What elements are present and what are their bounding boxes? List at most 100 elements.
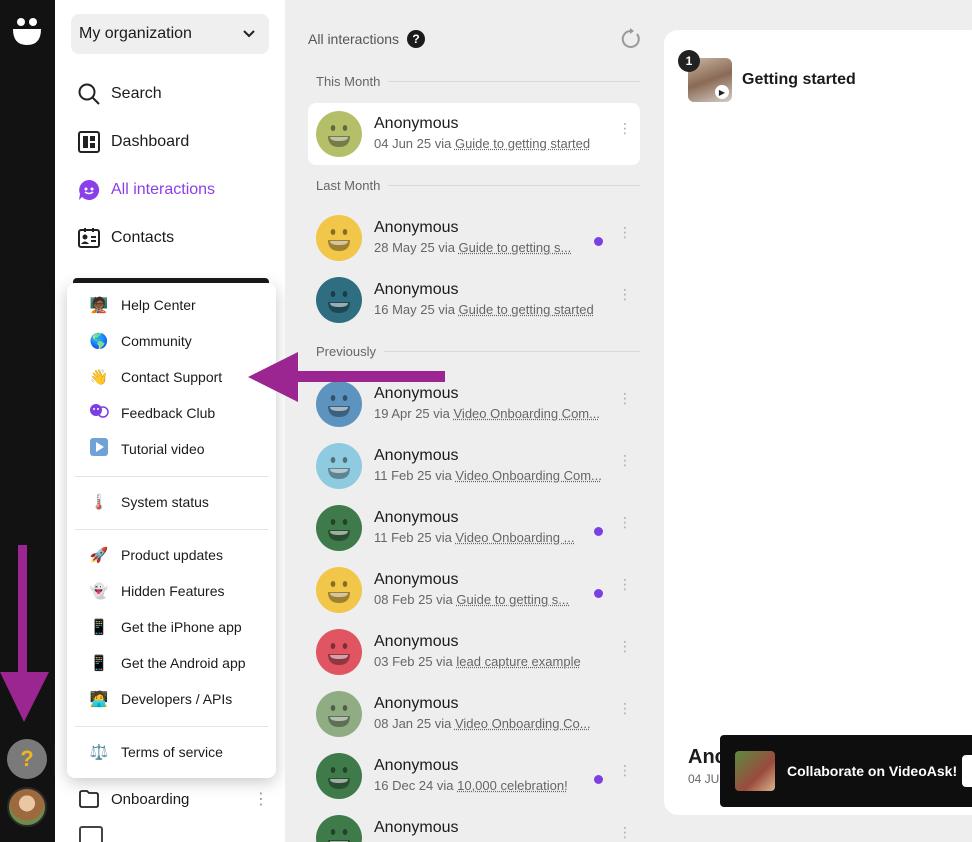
interaction-source-link[interactable]: lead capture example <box>456 654 580 669</box>
interaction-row[interactable]: Anonymous ⋮ <box>308 807 640 842</box>
folder-icon-partial[interactable] <box>79 826 103 842</box>
interaction-row[interactable]: Anonymous 04 Jun 25 via Guide to getting … <box>308 103 640 165</box>
organization-select[interactable]: My organization <box>71 14 269 54</box>
menu-system-status-label: System status <box>121 494 209 510</box>
interaction-source-link[interactable]: Video Onboarding Co... <box>455 716 591 731</box>
play-button-icon <box>89 438 109 460</box>
list-help-icon[interactable]: ? <box>407 30 426 48</box>
menu-iphone-app[interactable]: 📱 Get the iPhone app <box>89 616 242 638</box>
row-more-icon[interactable]: ⋮ <box>618 515 632 529</box>
interaction-source-link[interactable]: Video Onboarding ... <box>455 530 574 545</box>
contact-name: Anonymous <box>374 571 459 588</box>
interaction-row[interactable]: Anonymous 03 Feb 25 via lead capture exam… <box>308 621 640 683</box>
list-title: All interactions <box>308 31 400 47</box>
contact-avatar <box>316 629 362 675</box>
menu-android-app[interactable]: 📱 Get the Android app <box>89 652 246 674</box>
menu-tutorial-video[interactable]: Tutorial video <box>89 438 205 460</box>
menu-community-label: Community <box>121 333 192 349</box>
help-button[interactable]: ? <box>7 739 47 779</box>
nav-dashboard[interactable]: Dashboard <box>77 128 189 156</box>
nav-all-interactions-label: All interactions <box>111 181 216 198</box>
interaction-row[interactable]: Anonymous 11 Feb 25 via Video Onboarding … <box>308 497 640 559</box>
section-this-month-label: This Month <box>316 74 381 89</box>
interaction-source-link[interactable]: Guide to getting s... <box>459 240 572 255</box>
ghost-icon: 👻 <box>89 583 109 600</box>
row-more-icon[interactable]: ⋮ <box>618 121 632 135</box>
interaction-source-link[interactable]: Guide to getting started <box>455 136 590 151</box>
menu-feedback-club[interactable]: Feedback Club <box>89 402 215 424</box>
folder-more-icon[interactable]: ⋮ <box>253 789 269 809</box>
interaction-meta: 19 Apr 25 via Video Onboarding Com... <box>374 406 600 421</box>
menu-divider <box>75 726 268 727</box>
contact-avatar <box>316 567 362 613</box>
menu-developers-apis-label: Developers / APIs <box>121 691 233 707</box>
row-more-icon[interactable]: ⋮ <box>618 701 632 715</box>
interaction-source-link[interactable]: Guide to getting s... <box>456 592 569 607</box>
interaction-date: 16 May 25 via <box>374 302 459 317</box>
nav-all-interactions[interactable]: All interactions <box>77 176 215 204</box>
balance-scale-icon: ⚖️ <box>89 744 109 761</box>
technologist-icon: 🧑‍💻 <box>89 691 109 708</box>
menu-feedback-club-label: Feedback Club <box>121 405 216 421</box>
menu-iphone-app-label: Get the iPhone app <box>121 619 242 635</box>
section-last-month: Last Month <box>316 178 640 193</box>
interaction-date: 11 Feb 25 via <box>374 468 456 483</box>
interaction-row[interactable]: Anonymous 28 May 25 via Guide to getting … <box>308 207 640 269</box>
menu-developers-apis[interactable]: 🧑‍💻 Developers / APIs <box>89 688 233 710</box>
interaction-row[interactable]: Anonymous 19 Apr 25 via Video Onboarding … <box>308 373 640 435</box>
contact-name: Anonymous <box>374 115 459 132</box>
menu-hidden-features[interactable]: 👻 Hidden Features <box>89 580 225 602</box>
interaction-row[interactable]: Anonymous 16 Dec 24 via 10,000 celebratio… <box>308 745 640 807</box>
interaction-date: 16 Dec 24 via <box>374 778 458 793</box>
row-more-icon[interactable]: ⋮ <box>618 225 632 239</box>
interaction-row[interactable]: Anonymous 11 Feb 25 via Video Onboarding … <box>308 435 640 497</box>
collaborate-toast[interactable]: Collaborate on VideoAsk! <box>720 735 972 807</box>
interaction-meta: 08 Jan 25 via Video Onboarding Co... <box>374 716 591 731</box>
nav-search[interactable]: Search <box>77 80 162 108</box>
waving-hand-icon: 👋 <box>89 369 109 386</box>
contact-name: Anonymous <box>374 633 459 650</box>
row-more-icon[interactable]: ⋮ <box>618 391 632 405</box>
interaction-meta: 03 Feb 25 via lead capture example <box>374 654 581 669</box>
row-more-icon[interactable]: ⋮ <box>618 453 632 467</box>
nav-contacts[interactable]: Contacts <box>77 224 174 252</box>
interaction-row[interactable]: Anonymous 08 Feb 25 via Guide to getting … <box>308 559 640 621</box>
interaction-source-link[interactable]: Video Onboarding Com... <box>455 468 601 483</box>
refresh-icon[interactable] <box>620 28 642 50</box>
row-more-icon[interactable]: ⋮ <box>618 639 632 653</box>
row-more-icon[interactable]: ⋮ <box>618 825 632 839</box>
interaction-date: 04 Jun 25 via <box>374 136 455 151</box>
interaction-row[interactable]: Anonymous 08 Jan 25 via Video Onboarding … <box>308 683 640 745</box>
menu-terms-of-service[interactable]: ⚖️ Terms of service <box>89 741 223 763</box>
user-avatar[interactable] <box>7 787 47 827</box>
videoask-logo[interactable] <box>11 15 43 47</box>
interaction-meta: 16 Dec 24 via 10,000 celebration! <box>374 778 568 793</box>
toast-action-button[interactable] <box>962 755 972 787</box>
menu-system-status[interactable]: 🌡️ System status <box>89 491 209 513</box>
interaction-date: 28 May 25 via <box>374 240 459 255</box>
interaction-date: 03 Feb 25 via <box>374 654 457 669</box>
contact-name: Anonymous <box>374 219 459 236</box>
interaction-source-link[interactable]: 10,000 celebration! <box>457 778 568 793</box>
menu-help-center[interactable]: 🧑🏾‍🏫 Help Center <box>89 294 196 316</box>
interaction-source-link[interactable]: Guide to getting started <box>459 302 594 317</box>
row-more-icon[interactable]: ⋮ <box>618 763 632 777</box>
interaction-source-link[interactable]: Video Onboarding Com... <box>454 406 600 421</box>
menu-product-updates[interactable]: 🚀 Product updates <box>89 544 223 566</box>
menu-tutorial-video-label: Tutorial video <box>121 441 205 457</box>
step-title[interactable]: Getting started <box>742 71 856 89</box>
section-previously-label: Previously <box>316 344 376 359</box>
menu-contact-support[interactable]: 👋 Contact Support <box>89 366 223 388</box>
contact-name: Anonymous <box>374 757 459 774</box>
rocket-icon: 🚀 <box>89 547 109 564</box>
nav-contacts-label: Contacts <box>111 229 175 246</box>
interaction-meta: 11 Feb 25 via Video Onboarding ... <box>374 530 574 545</box>
row-more-icon[interactable]: ⋮ <box>618 577 632 591</box>
folder-onboarding[interactable]: Onboarding ⋮ <box>79 787 269 811</box>
contact-name: Anonymous <box>374 281 459 298</box>
mobile-phone-icon: 📱 <box>89 655 109 672</box>
row-more-icon[interactable]: ⋮ <box>618 287 632 301</box>
menu-community[interactable]: 🌎 Community <box>89 330 192 352</box>
contact-name: Anonymous <box>374 509 459 526</box>
interaction-row[interactable]: Anonymous 16 May 25 via Guide to getting … <box>308 269 640 331</box>
